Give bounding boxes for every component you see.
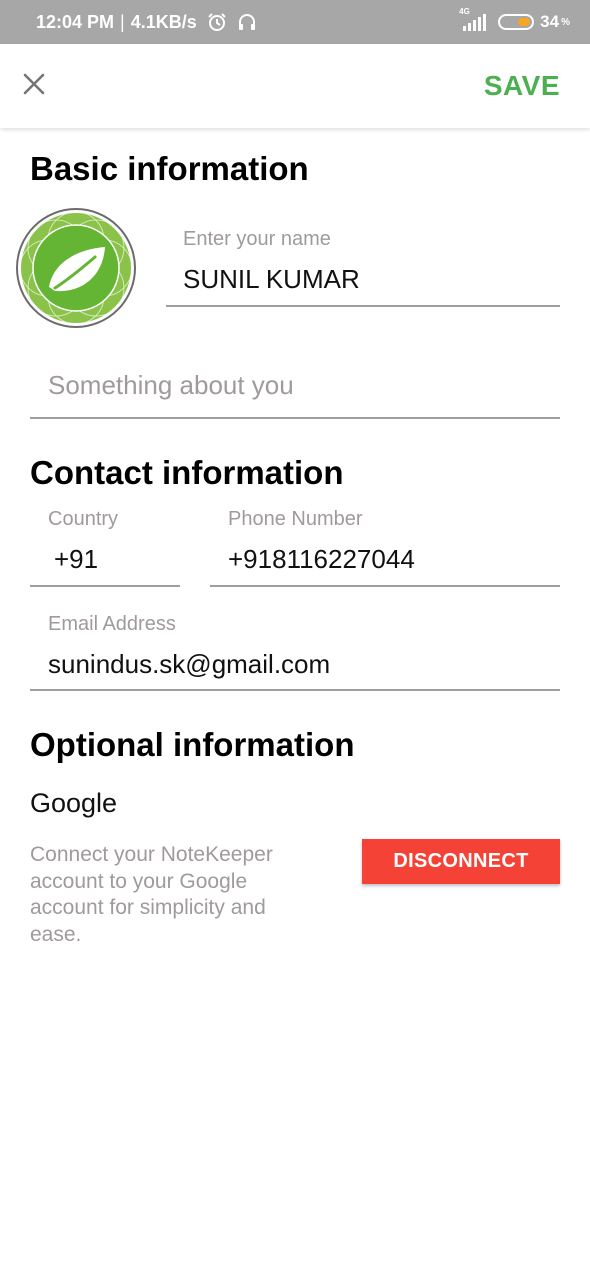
phone-field[interactable]: Phone Number +918116227044 — [210, 506, 560, 588]
battery-unit: % — [561, 16, 570, 28]
email-field[interactable]: Email Address sunindus.sk@gmail.com — [30, 611, 560, 693]
country-label: Country — [48, 508, 119, 530]
country-field[interactable]: Country +91 — [30, 506, 180, 588]
network-type: 4G — [459, 7, 470, 16]
email-input[interactable]: sunindus.sk@gmail.com — [48, 649, 330, 680]
battery-icon — [498, 14, 535, 30]
status-bar: 12:04 PM | 4.1KB/s 4G 34 % — [0, 0, 590, 44]
phone-underline — [210, 585, 560, 587]
headset-icon — [237, 12, 257, 32]
name-underline — [166, 305, 560, 307]
about-field[interactable]: Something about you — [30, 370, 560, 420]
status-bar-left: 12:04 PM | 4.1KB/s — [36, 0, 257, 44]
alarm-icon — [207, 12, 227, 32]
google-description: Connect your NoteKeeper account to your … — [30, 843, 273, 946]
name-field[interactable]: Enter your name SUNIL KUMAR — [166, 226, 560, 308]
signal-icon: 4G — [459, 7, 487, 31]
avatar[interactable] — [15, 207, 137, 329]
email-underline — [30, 689, 560, 691]
spring-leaf-icon — [16, 208, 136, 328]
status-network-speed: 4.1KB/s — [130, 11, 197, 32]
email-label: Email Address — [48, 613, 176, 635]
name-label: Enter your name — [183, 228, 331, 250]
basic-info-heading: Basic information — [30, 150, 309, 187]
close-button[interactable] — [18, 70, 50, 102]
name-input[interactable]: SUNIL KUMAR — [183, 264, 360, 295]
about-underline — [30, 417, 560, 419]
phone-label: Phone Number — [228, 508, 363, 530]
status-bar-right: 4G 34 % — [459, 0, 570, 44]
about-input[interactable]: Something about you — [48, 370, 294, 401]
optional-info-heading: Optional information — [30, 726, 355, 763]
status-time: 12:04 PM — [36, 11, 115, 32]
status-separator: | — [120, 11, 125, 32]
disconnect-button[interactable]: DISCONNECT — [362, 839, 560, 884]
phone-input[interactable]: +918116227044 — [228, 544, 415, 575]
app-bar: SAVE — [0, 44, 590, 128]
contact-info-heading: Contact information — [30, 454, 344, 491]
google-title: Google — [30, 788, 118, 818]
country-input[interactable]: +91 — [54, 544, 98, 575]
save-button[interactable]: SAVE — [484, 70, 560, 102]
battery-level: 34 — [540, 12, 560, 31]
country-underline — [30, 585, 180, 587]
close-icon — [22, 72, 46, 101]
